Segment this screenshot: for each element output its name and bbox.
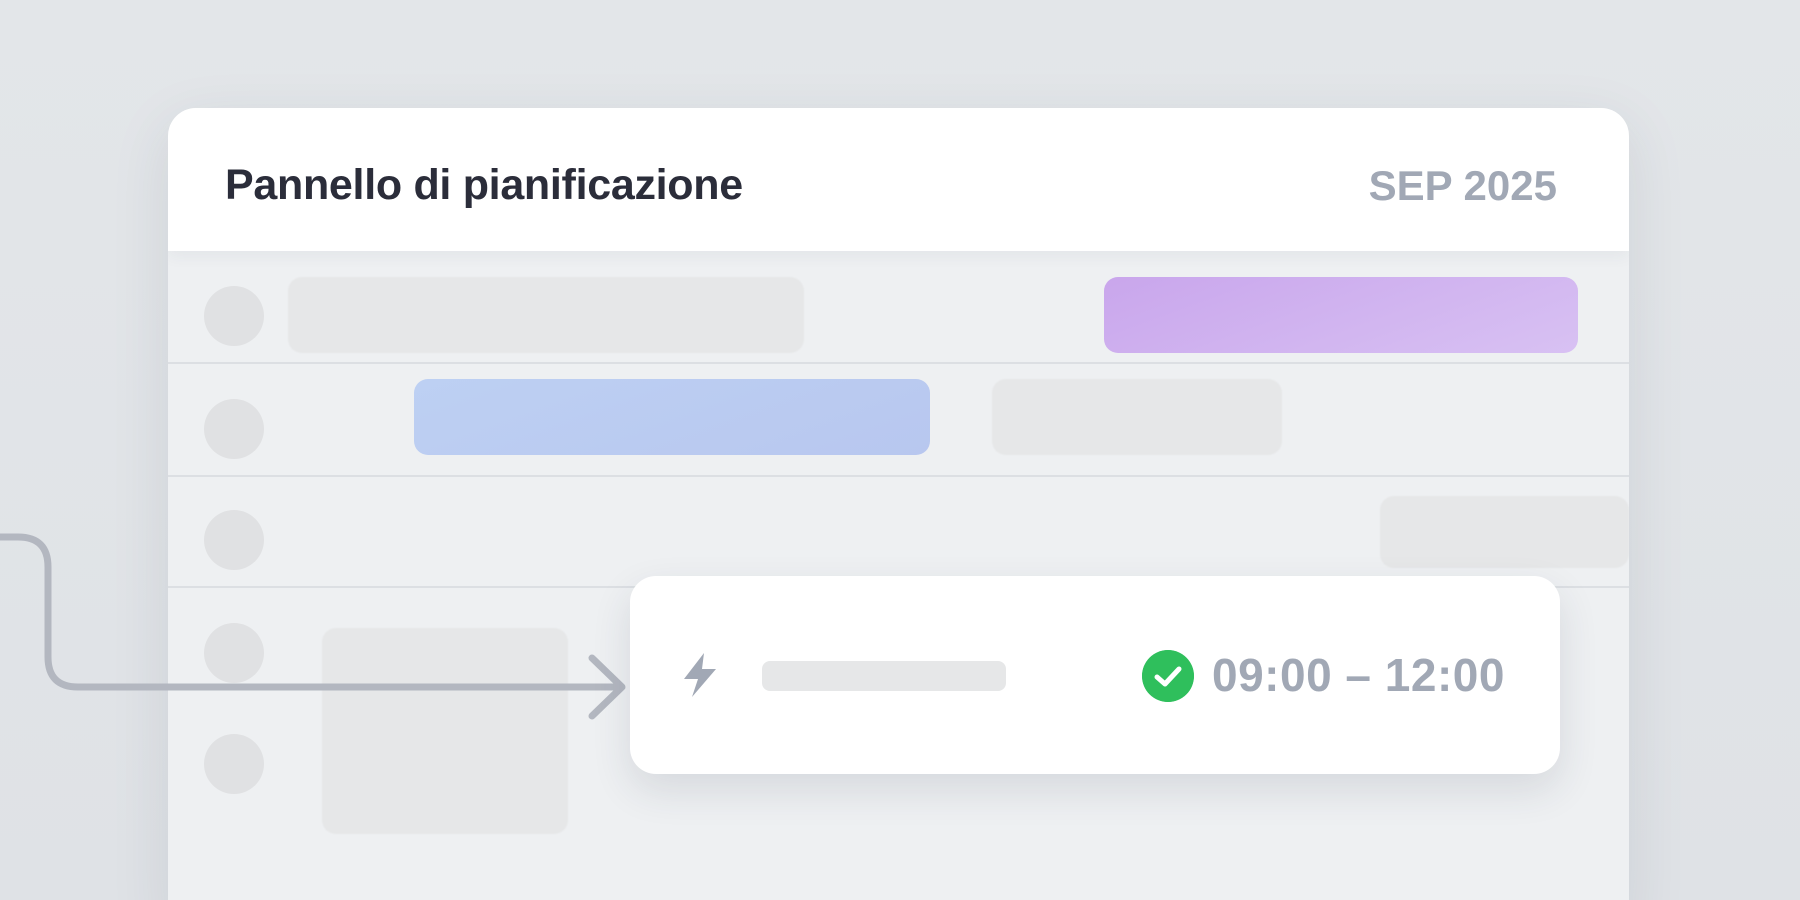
placeholder-bar (1380, 496, 1629, 568)
avatar (204, 286, 264, 346)
schedule-row (168, 251, 1629, 364)
check-circle-icon (1142, 650, 1194, 702)
event-bar-blue[interactable] (414, 379, 930, 455)
scheduling-panel: Pannello di pianificazione SEP 2025 (168, 108, 1629, 900)
lightning-bolt-icon (684, 653, 716, 697)
schedule-row (168, 364, 1629, 477)
event-bar-purple[interactable] (1104, 277, 1578, 353)
page-title: Pannello di pianificazione (225, 161, 743, 209)
avatar (204, 623, 264, 683)
month-label: SEP 2025 (1368, 162, 1557, 209)
avatar (204, 510, 264, 570)
schedule-row (168, 475, 1629, 588)
panel-header: Pannello di pianificazione SEP 2025 (168, 108, 1629, 251)
avatar (204, 734, 264, 794)
event-card[interactable]: 09:00 – 12:00 (630, 576, 1560, 774)
scheduling-stage: Pannello di pianificazione SEP 2025 09:0… (0, 0, 1800, 900)
placeholder-bar (992, 379, 1282, 455)
placeholder-bar (288, 277, 804, 353)
event-title-placeholder (762, 661, 1006, 691)
avatar (204, 399, 264, 459)
event-time-range: 09:00 – 12:00 (1212, 649, 1505, 701)
